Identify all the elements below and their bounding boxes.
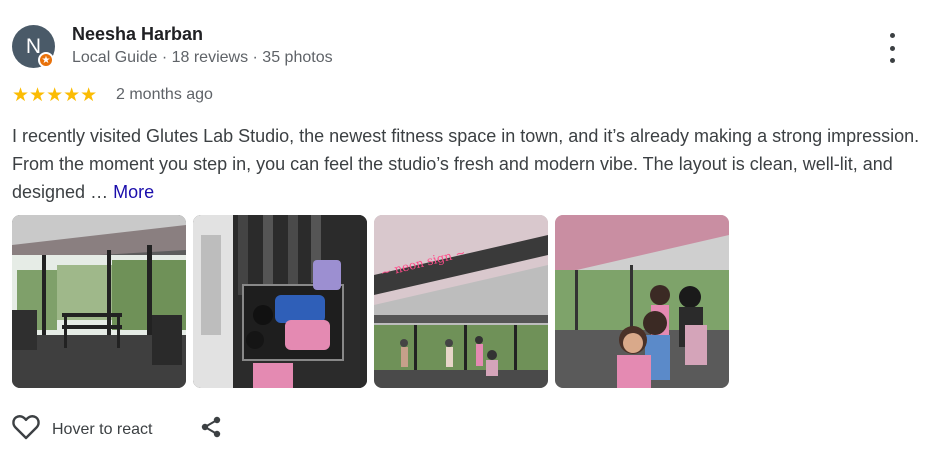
react-label: Hover to react <box>52 420 153 438</box>
more-link[interactable]: More <box>113 182 154 202</box>
review-photo[interactable] <box>555 215 729 388</box>
heart-icon <box>12 414 40 445</box>
react-button[interactable]: Hover to react <box>12 414 152 445</box>
review-photos: ~ neon sign ~ <box>12 215 729 388</box>
local-guide-star-icon: ★ <box>38 52 54 68</box>
more-vert-icon[interactable] <box>880 33 904 63</box>
review-text: I recently visited Glutes Lab Studio, th… <box>12 122 927 206</box>
review-photo[interactable] <box>193 215 367 388</box>
star-rating: ★★★★★ <box>12 85 98 106</box>
reviewer-meta: Local Guide · 18 reviews · 35 photos <box>72 49 333 66</box>
review-photo[interactable]: ~ neon sign ~ <box>374 215 548 388</box>
review-time: 2 months ago <box>116 86 213 103</box>
review-photo[interactable] <box>12 215 186 388</box>
share-icon[interactable] <box>199 415 223 444</box>
reviewer-name[interactable]: Neesha Harban <box>72 24 203 45</box>
